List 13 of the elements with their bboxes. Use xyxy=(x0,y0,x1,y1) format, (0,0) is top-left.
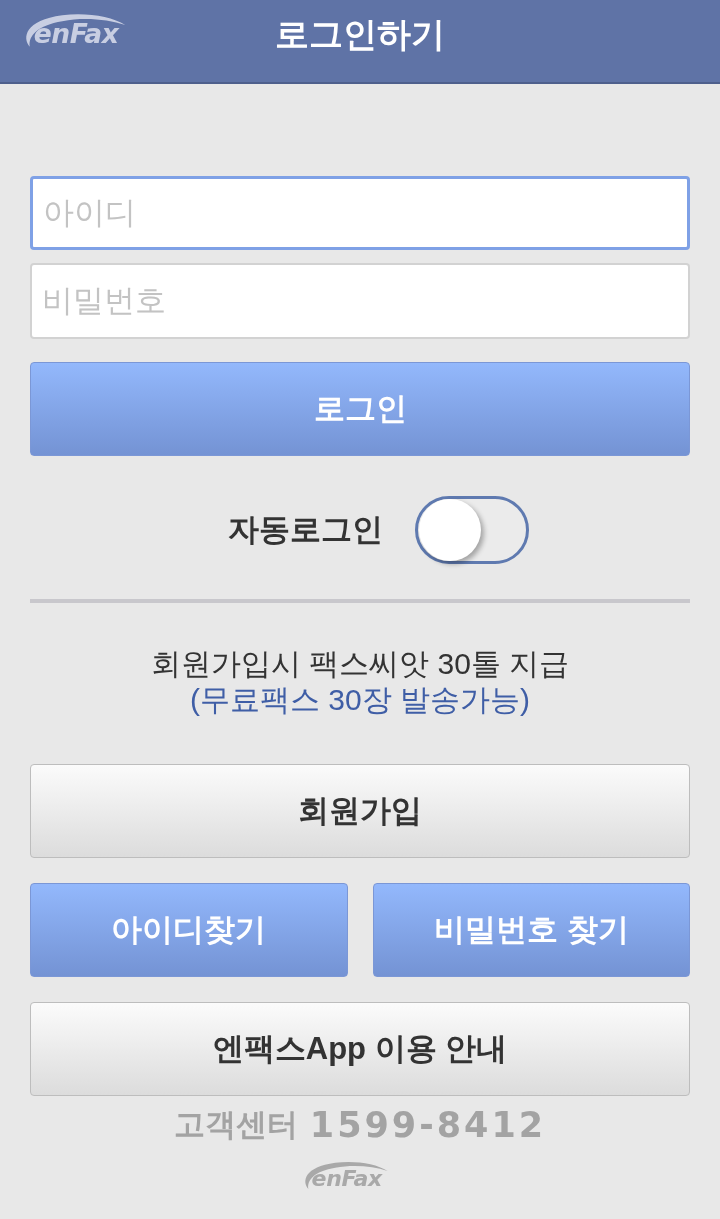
customer-center-label: 고객센터 xyxy=(173,1105,298,1144)
app-guide-button[interactable]: 엔팩스App 이용 안내 xyxy=(30,1002,690,1096)
signup-button[interactable]: 회원가입 xyxy=(30,764,690,858)
auto-login-label: 자동로그인 xyxy=(227,510,383,549)
find-password-button[interactable]: 비밀번호 찾기 xyxy=(372,883,690,977)
promo-text: 회원가입시 팩스씨앗 30톨 지급 xyxy=(150,646,570,682)
promo-note: (무료팩스 30장 발송가능) xyxy=(190,682,530,718)
password-field[interactable]: 비밀번호 xyxy=(30,263,690,339)
login-button[interactable]: 로그인 xyxy=(30,362,690,456)
page-title: 로그인하기 xyxy=(275,14,445,54)
id-field[interactable]: 아이디 xyxy=(30,176,690,250)
phone-number[interactable]: 1599-8412 xyxy=(309,1098,547,1152)
find-id-button[interactable]: 아이디찾기 xyxy=(30,883,348,977)
